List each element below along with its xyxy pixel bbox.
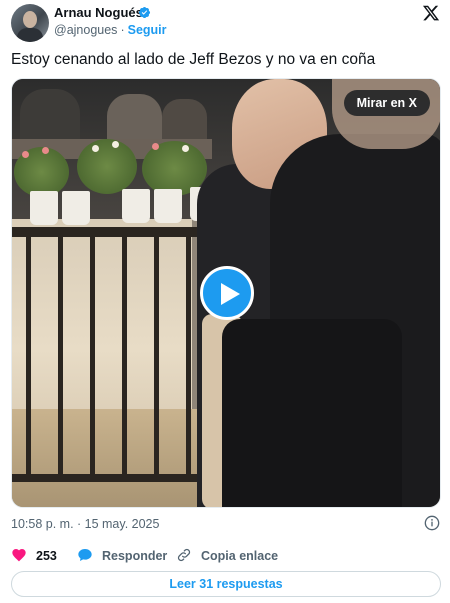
separator-dot: ·	[120, 23, 125, 37]
reply-label: Responder	[102, 549, 168, 563]
tweet-text: Estoy cenando al lado de Jeff Bezos y no…	[11, 51, 376, 68]
verified-badge-icon	[138, 6, 151, 19]
like-count: 253	[36, 549, 57, 563]
scene-railing	[58, 234, 63, 479]
read-replies-button[interactable]: Leer 31 respuestas	[11, 571, 441, 597]
follow-button[interactable]: Seguir	[128, 23, 167, 37]
copy-link-label: Copia enlace	[201, 549, 279, 563]
scene-flower	[42, 147, 49, 154]
copy-link-button[interactable]: Copia enlace	[176, 547, 286, 565]
reply-button[interactable]: Responder	[77, 547, 177, 565]
scene-pot	[154, 189, 182, 223]
tweet-embed-card: Arnau Nogués @ajnogues · Seguir Estoy cena…	[0, 0, 450, 603]
tweet-actions: 253 Responder Copia enlace	[11, 547, 441, 565]
scene-railing	[12, 474, 212, 482]
scene-floor	[12, 409, 212, 507]
scene-railing	[186, 234, 191, 479]
scene-flower	[92, 145, 99, 152]
x-logo-icon[interactable]	[422, 4, 440, 22]
link-icon	[177, 548, 191, 562]
heart-icon	[12, 549, 26, 562]
scene-railing	[90, 234, 95, 479]
scene-pot	[62, 191, 90, 225]
reply-bubble-icon	[78, 549, 92, 561]
scene-pot	[30, 191, 58, 225]
play-button[interactable]	[200, 266, 254, 320]
scene-flower	[152, 143, 159, 150]
scene-railing	[122, 234, 127, 479]
watch-on-x-button[interactable]: Mirar en X	[343, 90, 430, 116]
author-name[interactable]: Arnau Nogués	[54, 5, 143, 21]
scene-flower	[182, 145, 189, 152]
play-icon	[221, 283, 240, 305]
scene-railing	[26, 234, 31, 479]
scene-railing	[12, 227, 212, 237]
scene-railing	[154, 234, 159, 479]
avatar-face	[23, 11, 37, 28]
scene-diner	[162, 99, 207, 144]
info-icon[interactable]	[424, 515, 440, 531]
scene-plant	[77, 139, 137, 194]
author-avatar[interactable]	[11, 4, 49, 42]
scene-flower	[112, 141, 119, 148]
author-handle-row: @ajnogues · Seguir	[54, 22, 167, 38]
author-handle[interactable]: @ajnogues	[54, 23, 117, 37]
avatar-shirt	[17, 28, 43, 42]
video-player[interactable]: Mirar en X	[11, 78, 441, 508]
scene-jacket	[222, 319, 402, 507]
scene-flower	[22, 151, 29, 158]
like-button[interactable]: 253	[11, 547, 71, 565]
scene-pot	[122, 189, 150, 223]
tweet-timestamp[interactable]: 10:58 p. m. · 15 may. 2025	[11, 516, 159, 532]
